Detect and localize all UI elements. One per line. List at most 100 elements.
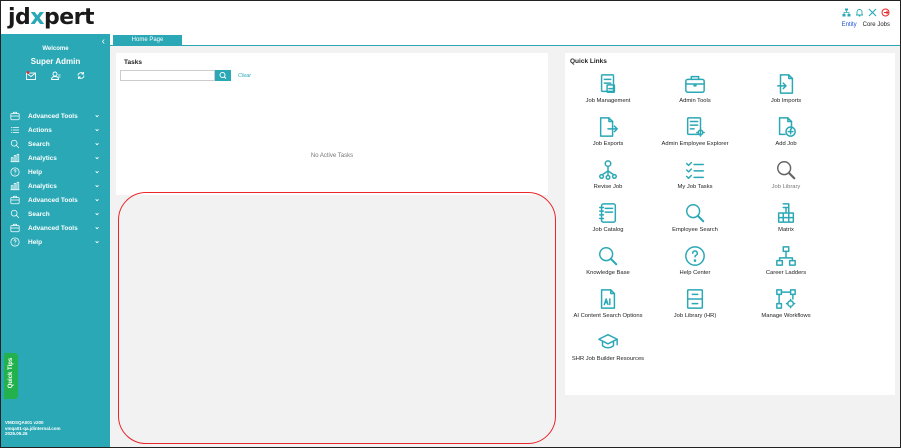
quick-link-employee-search[interactable]: Employee Search — [645, 202, 745, 233]
user-name: Super Admin — [30, 57, 81, 66]
quick-tips-button[interactable]: Quick Tips — [4, 353, 18, 399]
sidebar-item-search[interactable]: Search ⌄ — [1, 207, 110, 221]
sidebar-item-actions[interactable]: Actions ⌄ — [1, 123, 110, 137]
quick-link-label: Career Ladders — [765, 270, 807, 276]
quick-link-shr-job-builder-resources[interactable]: SHR Job Builder Resources — [558, 331, 658, 362]
tab-home-page[interactable]: Home Page — [113, 35, 182, 46]
help-icon — [10, 167, 20, 177]
workflow-icon — [736, 288, 836, 310]
logo-text-right: pert — [44, 5, 95, 30]
chevron-down-icon[interactable]: ⌄ — [94, 223, 100, 231]
quick-link-job-exports[interactable]: Job Exports — [558, 116, 658, 147]
sidebar-item-label: Help — [28, 238, 43, 246]
tasks-search-input[interactable] — [120, 70, 215, 81]
clear-link[interactable]: Clear — [238, 73, 251, 79]
quick-link-job-imports[interactable]: Job Imports — [736, 73, 836, 104]
quick-link-label: Admin Tools — [679, 98, 711, 104]
briefcase-icon — [645, 73, 745, 95]
tasks-search-button[interactable] — [215, 70, 231, 81]
chevron-down-icon[interactable]: ⌄ — [94, 195, 100, 203]
quick-link-matrix[interactable]: Matrix — [736, 202, 836, 233]
quick-link-add-job[interactable]: Add Job — [736, 116, 836, 147]
refresh-icon[interactable] — [76, 71, 86, 80]
quick-link-career-ladders[interactable]: Career Ladders — [736, 245, 836, 276]
quick-link-job-catalog[interactable]: Job Catalog — [558, 202, 658, 233]
file-export-icon — [558, 116, 658, 138]
chevron-down-icon[interactable]: ⌄ — [94, 209, 100, 217]
jdxpert-logo[interactable]: jdxpert — [8, 5, 95, 30]
quick-link-admin-tools[interactable]: Admin Tools — [645, 73, 745, 104]
sidebar: ‹ Welcome Super Admin Advanced Tools ⌄ Act… — [1, 34, 110, 447]
chevron-down-icon[interactable]: ⌄ — [94, 153, 100, 161]
file-import-icon — [736, 73, 836, 95]
task-list-icon — [645, 159, 745, 181]
add-file-icon — [736, 116, 836, 138]
sidebar-item-help[interactable]: Help ⌄ — [1, 235, 110, 249]
sidebar-item-advanced-tools[interactable]: Advanced Tools ⌄ — [1, 109, 110, 123]
logo-text-x: x — [30, 5, 44, 30]
quick-link-label: AI Content Search Options — [573, 313, 643, 319]
ai-file-icon — [558, 288, 658, 310]
sidebar-item-advanced-tools[interactable]: Advanced Tools ⌄ — [1, 193, 110, 207]
quick-link-label: Job Imports — [770, 98, 802, 104]
entity-link[interactable]: Entity — [842, 22, 857, 28]
quick-link-job-management[interactable]: Job Management — [558, 73, 658, 104]
sidebar-item-label: Advanced Tools — [28, 224, 78, 232]
user-profile-icon[interactable] — [51, 71, 61, 80]
logout-icon[interactable] — [881, 8, 890, 17]
toolbox-icon — [10, 195, 20, 205]
chevron-down-icon[interactable]: ⌄ — [94, 237, 100, 245]
quick-link-label: Job Management — [585, 98, 631, 104]
sidebar-item-label: Actions — [28, 126, 52, 134]
quick-link-label: Job Catalog — [592, 227, 624, 233]
chevron-down-icon[interactable]: ⌄ — [94, 139, 100, 147]
sitemap-icon[interactable] — [842, 8, 851, 17]
sidebar-item-advanced-tools[interactable]: Advanced Tools ⌄ — [1, 221, 110, 235]
sidebar-item-analytics[interactable]: Analytics ⌄ — [1, 151, 110, 165]
sidebar-item-help[interactable]: Help ⌄ — [1, 165, 110, 179]
quick-links-title: Quick Links — [570, 58, 607, 65]
help-icon — [10, 237, 20, 247]
search-icon — [10, 139, 20, 149]
welcome-label: Welcome — [42, 46, 69, 52]
quick-link-label: My Job Tasks — [677, 184, 713, 190]
sidebar-item-analytics[interactable]: Analytics ⌄ — [1, 179, 110, 193]
quick-link-knowledge-base[interactable]: Knowledge Base — [558, 245, 658, 276]
chevron-down-icon[interactable]: ⌄ — [94, 111, 100, 119]
quick-link-label: Manage Workflows — [761, 313, 811, 319]
version-date: 2025.05.26 — [5, 431, 28, 436]
quick-link-label: Add Job — [775, 141, 797, 147]
quick-link-manage-workflows[interactable]: Manage Workflows — [736, 288, 836, 319]
quick-link-label: Revise Job — [593, 184, 623, 190]
header-links: Entity Core Jobs — [842, 22, 890, 28]
search-icon — [10, 209, 20, 219]
chart-icon — [10, 153, 20, 163]
quick-link-label: Admin Employee Explorer — [661, 141, 729, 147]
chevron-down-icon[interactable]: ⌄ — [94, 125, 100, 133]
tools-icon[interactable] — [868, 8, 877, 17]
tasks-panel: Tasks Clear No Active Tasks — [116, 53, 548, 195]
quick-link-help-center[interactable]: Help Center — [645, 245, 745, 276]
header-icons — [842, 8, 890, 17]
quick-link-admin-employee-explorer[interactable]: Admin Employee Explorer — [645, 116, 745, 147]
chevron-down-icon[interactable]: ⌄ — [94, 167, 100, 175]
quick-link-label: Job Exports — [592, 141, 624, 147]
quick-link-job-library-hr[interactable]: Job Library (HR) — [645, 288, 745, 319]
sidebar-item-search[interactable]: Search ⌄ — [1, 137, 110, 151]
chart-icon — [10, 181, 20, 191]
quick-links-panel: Quick Links Job Management Admin Tools Job… — [565, 53, 895, 395]
list-icon — [10, 125, 20, 135]
quick-link-job-library[interactable]: Job Library — [736, 159, 836, 190]
quick-link-my-job-tasks[interactable]: My Job Tasks — [645, 159, 745, 190]
quick-link-revise-job[interactable]: Revise Job — [558, 159, 658, 190]
quick-link-label: Job Library (HR) — [673, 313, 717, 319]
bell-icon[interactable] — [855, 8, 864, 17]
mail-icon[interactable] — [26, 71, 36, 80]
sidebar-item-label: Advanced Tools — [28, 196, 78, 204]
matrix-icon — [736, 202, 836, 224]
core-jobs-link[interactable]: Core Jobs — [863, 22, 890, 28]
chevron-down-icon[interactable]: ⌄ — [94, 181, 100, 189]
sidebar-item-label: Help — [28, 168, 43, 176]
cabinet-icon — [645, 288, 745, 310]
quick-link-ai-content-search-options[interactable]: AI Content Search Options — [558, 288, 658, 319]
